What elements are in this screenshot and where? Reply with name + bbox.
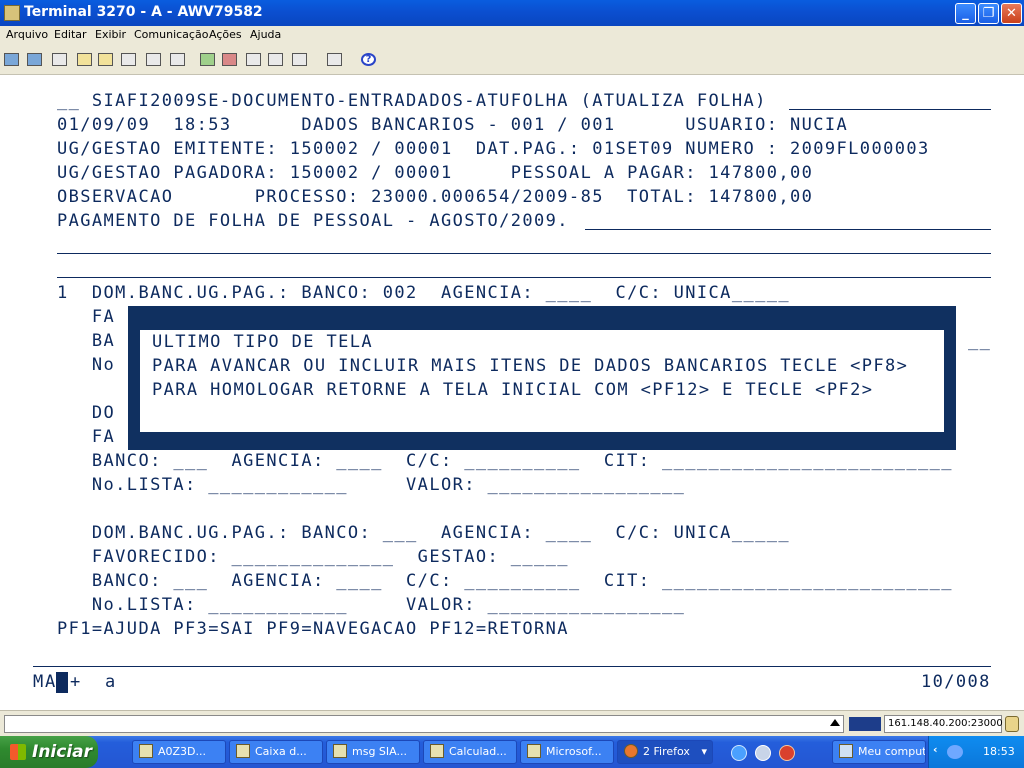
connection-icon [849,717,881,731]
title-bar: Terminal 3270 - A - AWV79582 _ ❐ ✕ [0,0,1024,26]
mail-icon [236,744,250,758]
lock-icon [1005,716,1019,732]
oia-plus: + [70,672,82,692]
field-underline [789,109,991,110]
close-button[interactable]: ✕ [1001,3,1022,24]
receive-file-icon[interactable] [222,53,237,66]
word-icon [333,744,347,758]
window-title: Terminal 3270 - A - AWV79582 [24,4,263,20]
task-word-document[interactable]: msg SIA... [326,740,420,764]
macro-icon[interactable] [146,53,161,66]
message-popup: ULTIMO TIPO DE TELA PARA AVANCAR OU INCL… [128,306,956,450]
ie-quicklaunch-icon[interactable] [731,745,747,761]
oia-indicator-m: M [33,672,45,692]
pf-keys-help: PF1=AJUDA PF3=SAI PF9=NAVEGACAO PF12=RET… [57,619,569,639]
calculator-icon [430,744,444,758]
print-setup-icon[interactable] [27,53,42,66]
computer-icon [839,744,853,758]
observacao-line: OBSERVACAO PROCESSO: 23000.000654/2009-8… [57,187,814,207]
status-message-field [4,715,844,733]
task-calculator[interactable]: Calculad... [423,740,517,764]
banco-line-3[interactable]: BANCO: ___ AGENCIA: ____ C/C: __________… [57,571,953,591]
popup-line-advance: PARA AVANCAR OU INCLUIR MAIS ITENS DE DA… [152,356,909,376]
scroll-up-icon[interactable] [830,719,840,726]
oia-mode: a [105,672,117,692]
menu-comunicacao[interactable]: Comunicação [134,28,208,41]
observacao-underline [585,229,991,230]
date-time-line: 01/09/09 18:53 DADOS BANCARIOS - 001 / 0… [57,115,849,135]
menu-acoes[interactable]: Ações [209,28,242,41]
cursor-position: 10/008 [921,672,991,692]
toolbar: ? [0,46,1024,75]
host-address: 161.148.40.200:23000 [884,715,1003,733]
network-tray-icon[interactable] [947,745,963,759]
disconnect-icon[interactable] [246,53,261,66]
taskbar: Iniciar A0Z3D... Caixa d... msg SIA... C… [0,736,1024,768]
start-button[interactable]: Iniciar [0,736,98,768]
help-icon[interactable]: ? [361,53,376,66]
clock[interactable]: 18:53 [983,745,1015,758]
observacao-underline-3 [57,277,991,278]
group-dropdown-icon: ▾ [701,745,707,758]
screen-title-line: __ SIAFI2009SE-DOCUMENTO-ENTRADADOS-ATUF… [57,91,767,111]
dom-banc-line-1[interactable]: 1 DOM.BANC.UG.PAG.: BANCO: 002 AGENCIA: … [57,283,790,303]
settings-icon[interactable] [327,53,342,66]
start-label: Iniciar [32,742,93,762]
system-tray: ‹ 18:53 [928,736,1024,768]
maximize-button[interactable]: ❐ [978,3,999,24]
task-inbox[interactable]: Caixa d... [229,740,323,764]
status-bar: 161.148.40.200:23000 [0,710,1024,737]
display-icon[interactable] [292,53,307,66]
cit-field-tail[interactable]: __ [968,331,991,351]
terminal-app-icon[interactable] [4,5,20,21]
connect-icon[interactable] [268,53,283,66]
favorecido-line-2[interactable]: FA [57,427,115,447]
popup-title: ULTIMO TIPO DE TELA [152,332,374,352]
oia-separator [33,666,991,667]
task-terminal[interactable]: A0Z3D... [132,740,226,764]
receive-icon[interactable] [52,53,67,66]
oia-indicator-a: A [45,672,57,692]
dom-banc-line-2[interactable]: DO [57,403,115,423]
message-popup-body: ULTIMO TIPO DE TELA PARA AVANCAR OU INCL… [140,330,944,432]
paste-icon[interactable] [98,53,113,66]
keypad-icon[interactable] [170,53,185,66]
tray-collapse-icon[interactable]: ‹ [933,743,938,756]
minimize-button[interactable]: _ [955,3,976,24]
media-quicklaunch-icon[interactable] [755,745,771,761]
menu-arquivo[interactable]: Arquivo [6,28,48,41]
terminal-icon [139,744,153,758]
ug-emitente-line: UG/GESTAO EMITENTE: 150002 / 00001 DAT.P… [57,139,930,159]
banco-line-1[interactable]: BA [57,331,115,351]
menu-editar[interactable]: Editar [54,28,87,41]
menu-ajuda[interactable]: Ajuda [250,28,281,41]
favorecido-line-3[interactable]: FAVORECIDO: ______________ GESTAO: _____ [57,547,569,567]
lista-line-1[interactable]: No [57,355,115,375]
menu-bar: Arquivo Editar Exibir Comunicação Ações … [0,26,1024,46]
ug-pagadora-line: UG/GESTAO PAGADORA: 150002 / 00001 PESSO… [57,163,814,183]
lista-line-3[interactable]: No.LISTA: ____________ VALOR: __________… [57,595,685,615]
dom-banc-line-3[interactable]: DOM.BANC.UG.PAG.: BANCO: ___ AGENCIA: __… [57,523,790,543]
office-icon [527,744,541,758]
terminal-cursor [56,672,68,693]
menu-exibir[interactable]: Exibir [95,28,126,41]
observacao-underline-2 [57,253,991,254]
print-icon[interactable] [4,53,19,66]
task-firefox-group[interactable]: 2 Firefox ▾ [617,740,713,764]
favorecido-line-1[interactable]: FA [57,307,115,327]
firefox-icon [624,744,638,758]
copy-append-icon[interactable] [121,53,136,66]
copy-icon[interactable] [77,53,92,66]
lista-line-2[interactable]: No.LISTA: ____________ VALOR: __________… [57,475,685,495]
windows-logo-icon [10,744,26,760]
observacao-text-field[interactable]: PAGAMENTO DE FOLHA DE PESSOAL - AGOSTO/2… [57,211,569,231]
send-file-icon[interactable] [200,53,215,66]
popup-line-homologate: PARA HOMOLOGAR RETORNE A TELA INICIAL CO… [152,380,874,400]
task-my-computer[interactable]: Meu computa... [832,740,926,764]
firefox-quicklaunch-icon[interactable] [779,745,795,761]
task-microsoft[interactable]: Microsof... [520,740,614,764]
banco-line-2[interactable]: BANCO: ___ AGENCIA: ____ C/C: __________… [57,451,953,471]
